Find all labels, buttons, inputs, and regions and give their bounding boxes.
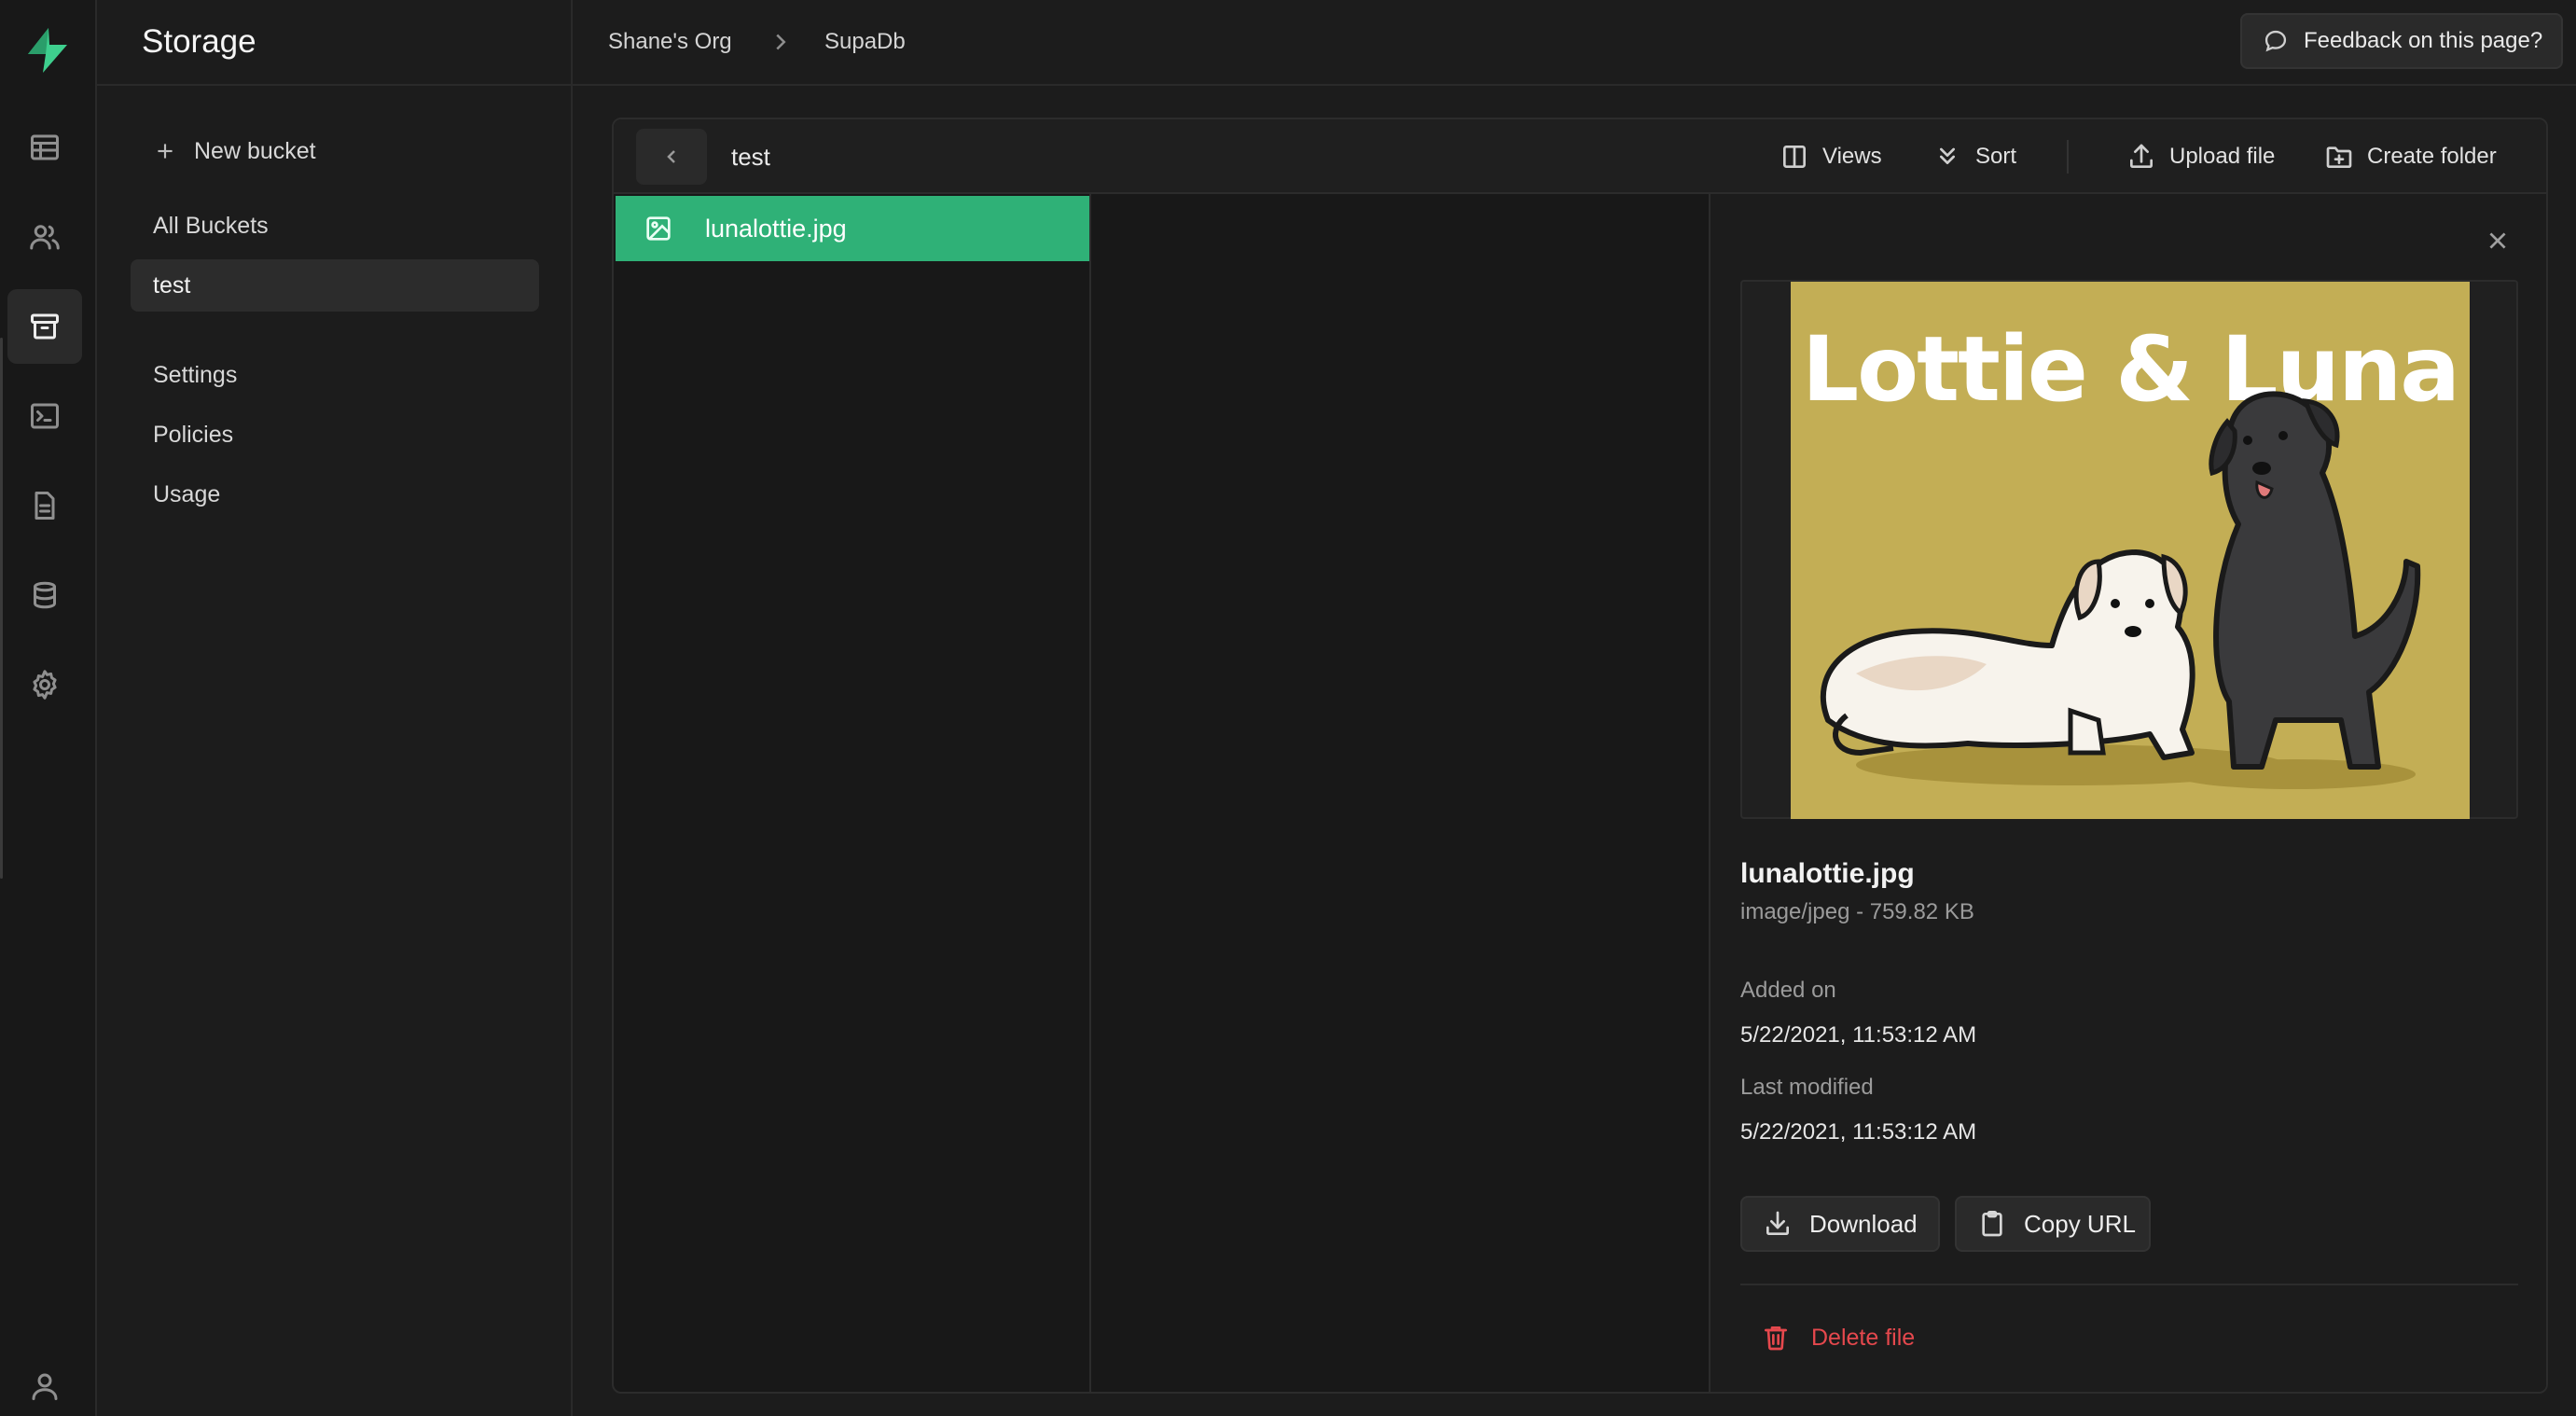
breadcrumb-org[interactable]: Shane's Org (608, 0, 732, 84)
storage-archive-icon[interactable] (7, 289, 82, 364)
file-column-2 (1091, 194, 1710, 1392)
upload-file-label: Upload file (2169, 144, 2276, 169)
last-modified-label: Last modified (1740, 1075, 1874, 1100)
current-path: test (731, 142, 770, 171)
preview-divider (1740, 1284, 2518, 1285)
file-preview-panel: Lottie & Luna lunalottie.jpg image/jpeg … (1710, 194, 2546, 1392)
plus-icon (158, 144, 173, 159)
policies-link[interactable]: Policies (131, 409, 539, 461)
file-explorer: test Views Sort Upload file Create folde… (612, 118, 2548, 1394)
last-modified-value: 5/22/2021, 11:53:12 AM (1740, 1119, 1977, 1145)
delete-file-label: Delete file (1811, 1324, 1916, 1351)
views-button[interactable]: Views (1780, 119, 1882, 194)
sql-terminal-icon[interactable] (7, 379, 82, 453)
file-row-selected[interactable]: lunalottie.jpg (616, 196, 1089, 261)
message-bubble-icon (2264, 30, 2287, 52)
added-on-label: Added on (1740, 978, 1836, 1003)
feedback-label: Feedback on this page? (2304, 28, 2543, 53)
user-account-icon[interactable] (7, 1349, 82, 1416)
preview-file-name: lunalottie.jpg (1740, 858, 1915, 889)
copy-url-button[interactable]: Copy URL (1955, 1196, 2151, 1252)
all-buckets-link[interactable]: All Buckets (131, 200, 539, 252)
back-button[interactable] (636, 129, 707, 185)
folder-plus-icon (2326, 146, 2352, 168)
feedback-button[interactable]: Feedback on this page? (2240, 13, 2563, 69)
sort-chevrons-icon (1940, 147, 1955, 164)
download-icon (1766, 1211, 1789, 1235)
create-folder-button[interactable]: Create folder (2324, 119, 2497, 194)
image-preview: Lottie & Luna (1791, 282, 2470, 819)
document-icon[interactable] (7, 468, 82, 543)
upload-file-button[interactable]: Upload file (2126, 119, 2275, 194)
image-preview-frame: Lottie & Luna (1740, 280, 2518, 819)
explorer-toolbar: test Views Sort Upload file Create folde… (614, 119, 2546, 194)
usage-link[interactable]: Usage (131, 468, 539, 521)
file-name: lunalottie.jpg (705, 214, 847, 243)
close-icon (2489, 232, 2506, 249)
create-folder-label: Create folder (2367, 144, 2497, 169)
table-editor-icon[interactable] (7, 110, 82, 185)
database-icon[interactable] (7, 558, 82, 632)
columns-icon (1783, 146, 1806, 168)
chevron-right-icon (776, 34, 786, 50)
delete-file-button[interactable]: Delete file (1761, 1319, 1915, 1356)
new-bucket-button[interactable]: New bucket (131, 125, 539, 177)
chevron-left-icon (667, 150, 675, 163)
new-bucket-label: New bucket (194, 137, 316, 164)
breadcrumb-project[interactable]: SupaDb (824, 0, 906, 84)
sort-button[interactable]: Sort (1932, 119, 2016, 194)
added-on-value: 5/22/2021, 11:53:12 AM (1740, 1022, 1977, 1048)
copy-url-label: Copy URL (2024, 1209, 2136, 1238)
preview-file-meta: image/jpeg - 759.82 KB (1740, 899, 1974, 924)
bucket-item-test[interactable]: test (131, 259, 539, 312)
gear-icon[interactable] (7, 647, 82, 722)
upload-icon (2130, 144, 2153, 168)
dogs-illustration-icon (1821, 391, 2421, 789)
supabase-logo-icon[interactable] (21, 26, 75, 75)
menu-header: Storage (97, 0, 571, 86)
download-label: Download (1809, 1209, 1918, 1238)
close-preview-button[interactable] (2479, 222, 2516, 259)
views-label: Views (1822, 144, 1882, 169)
sort-label: Sort (1975, 144, 2017, 169)
clipboard-icon (1982, 1211, 2002, 1237)
file-column-1: lunalottie.jpg (614, 194, 1091, 1392)
rail-scroll-marker (0, 338, 3, 879)
users-icon[interactable] (7, 200, 82, 274)
trash-icon (1765, 1326, 1787, 1351)
download-button[interactable]: Download (1740, 1196, 1940, 1252)
image-file-icon (646, 216, 671, 241)
icon-rail (0, 0, 97, 1416)
toolbar-divider (2067, 140, 2069, 174)
section-title: Storage (142, 23, 256, 60)
storage-menu-panel: Storage New bucket All Buckets test Sett… (97, 0, 573, 1416)
top-bar: Shane's Org SupaDb Feedback on this page… (573, 0, 2576, 86)
settings-link[interactable]: Settings (131, 349, 539, 401)
